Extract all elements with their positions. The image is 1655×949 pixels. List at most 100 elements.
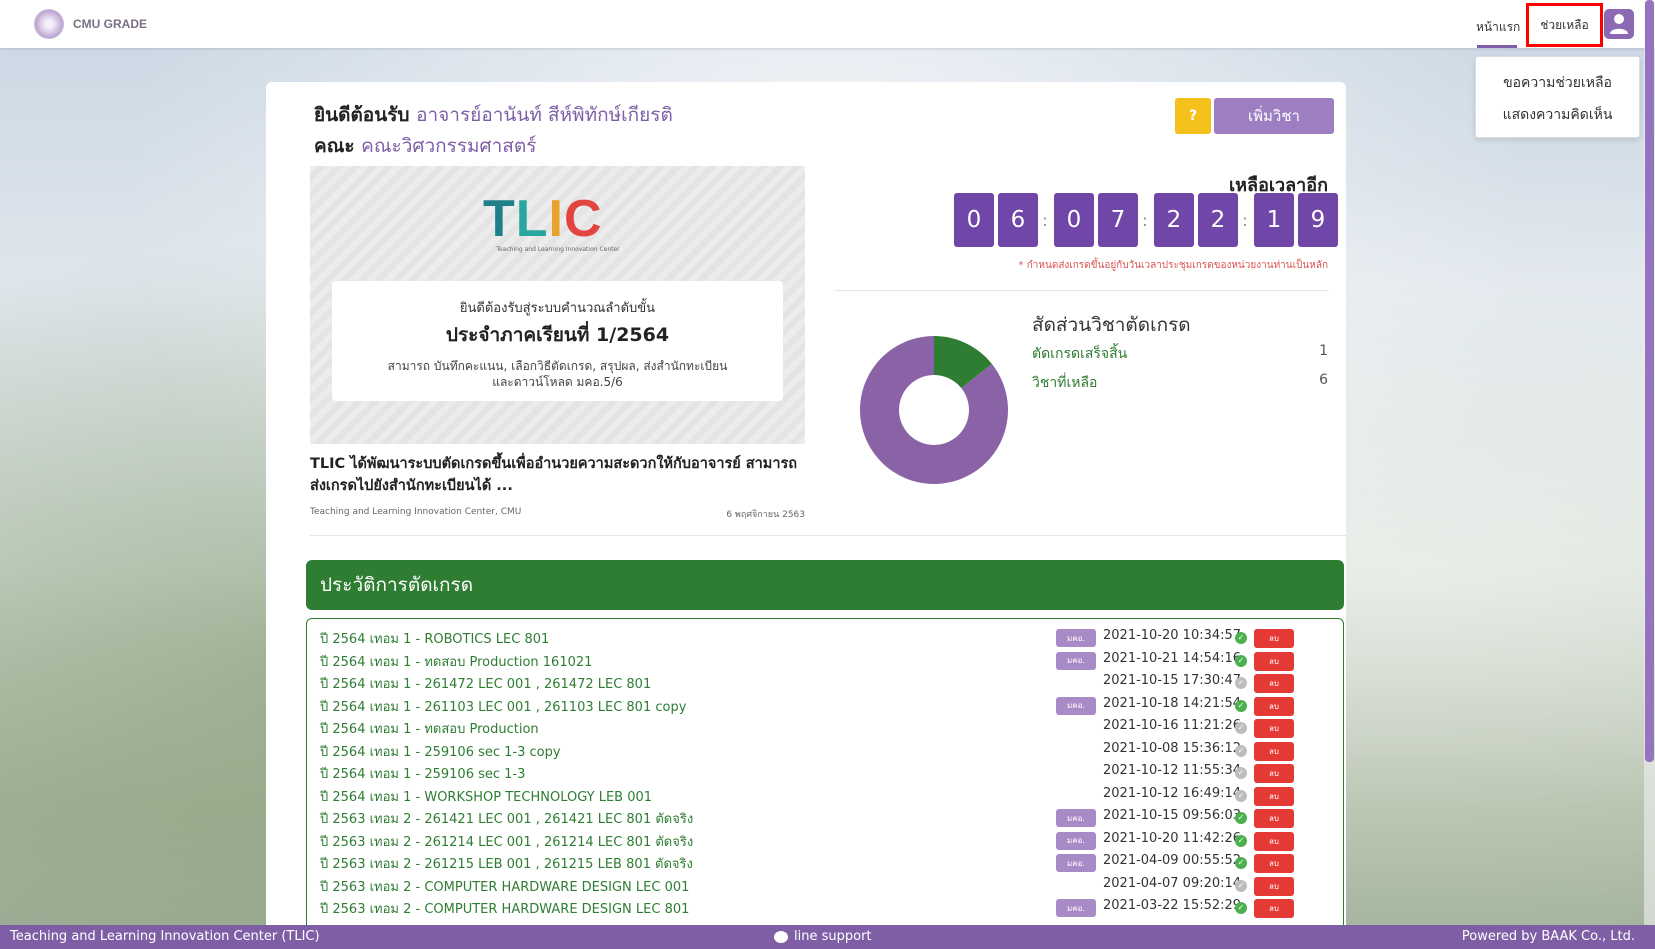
help-question-button[interactable]: ? <box>1175 98 1211 134</box>
mko-badge[interactable]: มคอ. <box>1056 809 1096 827</box>
check-circle-icon: ✓ <box>1235 654 1247 667</box>
delete-button[interactable]: ลบ <box>1254 674 1294 693</box>
delete-button[interactable]: ลบ <box>1254 786 1294 806</box>
chat-bubble-icon <box>774 931 788 943</box>
mko-badge[interactable]: มคอ. <box>1056 651 1096 670</box>
line-support-label: line support <box>794 929 872 944</box>
line-support-link[interactable]: line support <box>774 925 872 949</box>
countdown-digit: 0 <box>1054 193 1094 247</box>
cmu-logo-icon <box>34 9 64 39</box>
ratio-row-done: ตัดเกรดเสร็จสิ้น 1 <box>1032 343 1328 365</box>
countdown-digit: 6 <box>998 193 1038 247</box>
news-date: 6 พฤศจิกายน 2563 <box>726 510 805 520</box>
tlic-logo: TLIC Teaching and Learning Innovation Ce… <box>483 193 633 254</box>
history-course-link[interactable]: ปี 2564 เทอม 1 - 261472 LEC 001 , 261472… <box>320 673 651 694</box>
scrollbar-thumb[interactable] <box>1645 0 1654 762</box>
table-row: ปี 2564 เทอม 1 - ทดสอบ Production 161021… <box>320 650 1330 672</box>
mko-badge[interactable]: มคอ. <box>1056 696 1096 715</box>
table-row: ปี 2564 เทอม 1 - ทดสอบ Production 2021-10… <box>320 717 1330 739</box>
news-title[interactable]: TLIC ได้พัฒนาระบบตัดเกรดขึ้นเพื่ออำนวยคว… <box>310 453 805 497</box>
history-course-link[interactable]: ปี 2564 เทอม 1 - 259106 sec 1-3 <box>320 763 525 784</box>
history-timestamp: 2021-10-21 14:54:16 <box>1103 650 1242 666</box>
delete-button[interactable]: ลบ <box>1254 741 1294 761</box>
table-row: ปี 2563 เทอม 2 - 261421 LEC 001 , 261421… <box>320 807 1330 829</box>
history-course-link[interactable]: ปี 2563 เทอม 2 - COMPUTER HARDWARE DESIG… <box>320 876 689 897</box>
check-circle-icon: ✓ <box>1235 834 1247 847</box>
banner-line-1: ยินดีต้องรับสู่ระบบคำนวณลำดับขั้น <box>459 301 656 316</box>
delete-button[interactable]: ลบ <box>1254 629 1294 648</box>
table-row: ปี 2563 เทอม 2 - 261215 LEB 001 , 261215… <box>320 852 1330 874</box>
divider <box>835 290 1329 291</box>
dropdown-item-feedback[interactable]: แสดงความคิดเห็น <box>1476 103 1639 135</box>
mko-badge[interactable]: มคอ. <box>1056 831 1096 850</box>
delete-button[interactable]: ลบ <box>1254 764 1294 783</box>
history-timestamp: 2021-10-15 09:56:03 <box>1103 808 1242 823</box>
delete-button[interactable]: ลบ <box>1254 876 1294 896</box>
history-timestamp: 2021-04-09 00:55:52 <box>1103 853 1242 868</box>
nav-active-indicator <box>1477 45 1517 48</box>
check-circle-gray-icon: ✓ <box>1235 677 1247 689</box>
footer: Teaching and Learning Innovation Center … <box>0 925 1655 949</box>
check-circle-icon: ✓ <box>1235 857 1247 869</box>
countdown-separator: : <box>1042 210 1048 230</box>
welcome-line: ยินดีต้อนรับ อาจารย์อานันท์ สีห์พิทักษ์เ… <box>314 100 673 130</box>
brand[interactable]: CMU GRADE <box>34 9 147 39</box>
ratio-title: สัดส่วนวิชาตัดเกรด <box>1032 314 1191 336</box>
nav-home[interactable]: หน้าแรก <box>1476 18 1520 37</box>
history-course-link[interactable]: ปี 2564 เทอม 1 - ROBOTICS LEC 801 <box>320 628 549 649</box>
delete-button[interactable]: ลบ <box>1254 809 1294 828</box>
countdown-timer: 0 6 : 0 7 : 2 2 : 1 9 <box>954 193 1342 247</box>
mko-badge[interactable]: มคอ. <box>1056 629 1096 647</box>
delete-button[interactable]: ลบ <box>1254 651 1294 671</box>
add-course-button[interactable]: เพิ่มวิชา <box>1214 98 1334 134</box>
faculty-label: คณะ <box>314 135 355 157</box>
brand-name: CMU GRADE <box>73 17 147 31</box>
countdown-separator: : <box>1242 210 1248 230</box>
nav-help[interactable]: ช่วยเหลือ <box>1526 3 1603 47</box>
ratio-done-label: ตัดเกรดเสร็จสิ้น <box>1032 346 1128 362</box>
countdown-digit: 0 <box>954 193 994 247</box>
help-dropdown: ขอความช่วยเหลือ แสดงความคิดเห็น <box>1475 56 1640 138</box>
check-circle-gray-icon: ✓ <box>1235 879 1247 892</box>
table-row: ปี 2564 เทอม 1 - 259106 sec 1-3 2021-10-1… <box>320 762 1330 784</box>
history-timestamp: 2021-10-20 11:42:26 <box>1103 830 1242 846</box>
history-course-link[interactable]: ปี 2564 เทอม 1 - 261103 LEC 001 , 261103… <box>320 696 686 717</box>
check-circle-gray-icon: ✓ <box>1235 744 1247 757</box>
history-course-link[interactable]: ปี 2563 เทอม 2 - 261214 LEC 001 , 261214… <box>320 831 693 852</box>
check-circle-icon: ✓ <box>1235 902 1247 914</box>
table-row: ปี 2564 เทอม 1 - 261472 LEC 001 , 261472… <box>320 672 1330 694</box>
history-course-link[interactable]: ปี 2563 เทอม 2 - 261421 LEC 001 , 261421… <box>320 808 693 829</box>
table-row: ปี 2564 เทอม 1 - WORKSHOP TECHNOLOGY LEB… <box>320 785 1330 807</box>
ratio-remaining-label: วิชาที่เหลือ <box>1032 375 1098 391</box>
footer-left: Teaching and Learning Innovation Center … <box>10 929 320 944</box>
delete-button[interactable]: ลบ <box>1254 696 1294 716</box>
footer-right: Powered by BAAK Co., Ltd. <box>1461 929 1635 944</box>
faculty-name: คณะวิศวกรรมศาสตร์ <box>361 135 537 157</box>
history-course-link[interactable]: ปี 2564 เทอม 1 - WORKSHOP TECHNOLOGY LEB… <box>320 786 652 807</box>
dropdown-item-request-help[interactable]: ขอความช่วยเหลือ <box>1476 71 1639 103</box>
history-course-link[interactable]: ปี 2564 เทอม 1 - ทดสอบ Production 161021 <box>320 651 592 672</box>
delete-button[interactable]: ลบ <box>1254 719 1294 738</box>
countdown-digit: 2 <box>1198 193 1238 247</box>
table-row: ปี 2564 เทอม 1 - 259106 sec 1-3 copy 2021… <box>320 740 1330 762</box>
ratio-done-value: 1 <box>1319 343 1328 359</box>
user-name: อาจารย์อานันท์ สีห์พิทักษ์เกียรติ <box>416 104 673 126</box>
faculty-line: คณะ คณะวิศวกรรมศาสตร์ <box>314 131 536 161</box>
delete-button[interactable]: ลบ <box>1254 899 1294 918</box>
history-timestamp: 2021-03-22 15:52:29 <box>1103 898 1242 913</box>
delete-button[interactable]: ลบ <box>1254 831 1294 851</box>
history-timestamp: 2021-10-15 17:30:47 <box>1103 673 1242 688</box>
delete-button[interactable]: ลบ <box>1254 854 1294 873</box>
table-row: ปี 2563 เทอม 2 - COMPUTER HARDWARE DESIG… <box>320 875 1330 897</box>
user-menu-button[interactable] <box>1604 9 1634 39</box>
news-banner-image[interactable]: TLIC Teaching and Learning Innovation Ce… <box>310 166 805 444</box>
mko-badge[interactable]: มคอ. <box>1056 899 1096 917</box>
history-course-link[interactable]: ปี 2563 เทอม 2 - COMPUTER HARDWARE DESIG… <box>320 898 689 919</box>
countdown-digit: 1 <box>1254 193 1294 247</box>
history-course-link[interactable]: ปี 2564 เทอม 1 - 259106 sec 1-3 copy <box>320 741 561 762</box>
history-course-link[interactable]: ปี 2564 เทอม 1 - ทดสอบ Production <box>320 718 539 739</box>
history-course-link[interactable]: ปี 2563 เทอม 2 - 261215 LEB 001 , 261215… <box>320 853 693 874</box>
mko-badge[interactable]: มคอ. <box>1056 854 1096 872</box>
check-circle-icon: ✓ <box>1235 699 1247 712</box>
history-timestamp: 2021-10-20 10:34:57 <box>1103 628 1242 643</box>
